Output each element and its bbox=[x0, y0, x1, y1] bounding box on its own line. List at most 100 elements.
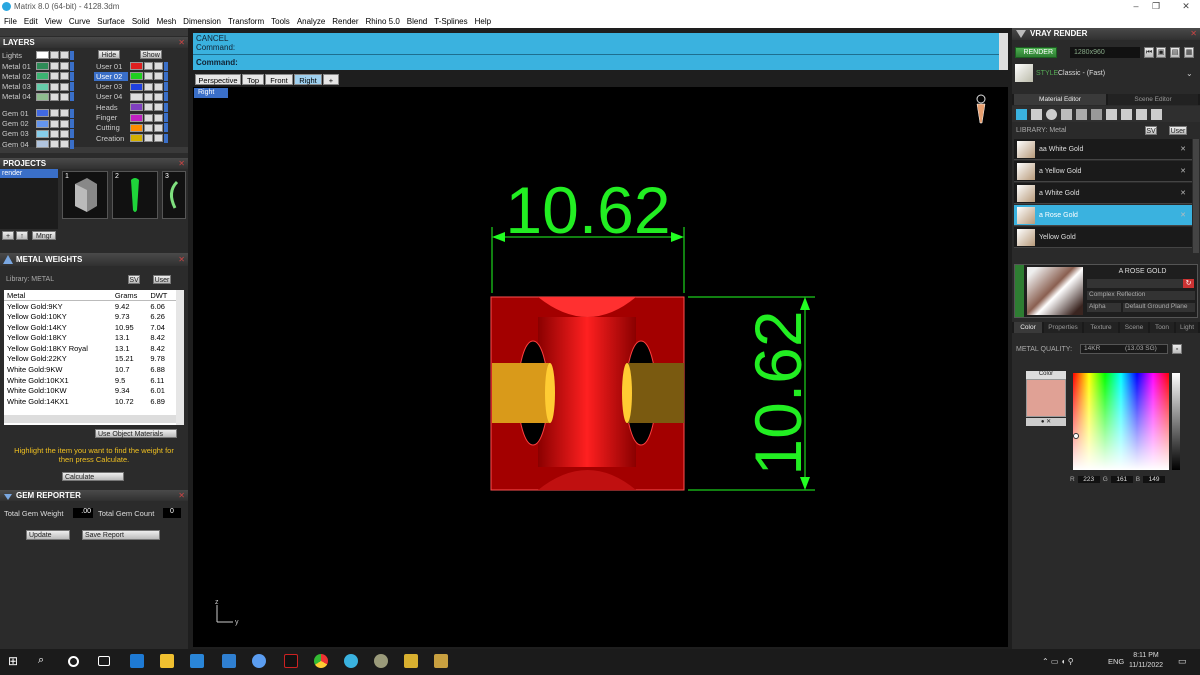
layer-color-swatch[interactable] bbox=[36, 82, 49, 91]
b-value[interactable]: 149 bbox=[1143, 476, 1166, 483]
maximize-button[interactable]: ❐ bbox=[1148, 1, 1164, 12]
calculate-button[interactable]: Calculate bbox=[62, 472, 124, 481]
tab-properties[interactable]: Properties bbox=[1044, 322, 1082, 333]
visibility-icon[interactable] bbox=[154, 82, 163, 91]
up-project-button[interactable]: ↑ bbox=[16, 231, 28, 240]
tab-texture[interactable]: Texture bbox=[1084, 322, 1118, 333]
cortana-icon[interactable] bbox=[68, 656, 79, 667]
reflection-dropdown[interactable]: Complex Reflection bbox=[1087, 291, 1195, 300]
metal-quality-options[interactable]: ▫ bbox=[1172, 344, 1182, 354]
table-scrollbar[interactable] bbox=[176, 290, 184, 425]
layer-row[interactable]: Gem 02 bbox=[0, 119, 74, 129]
menu-file[interactable]: File bbox=[4, 17, 17, 26]
layer-state-icon[interactable] bbox=[70, 139, 74, 149]
material-tool-icon[interactable] bbox=[1046, 108, 1057, 120]
ground-plane-dropdown[interactable]: Default Ground Plane bbox=[1123, 303, 1195, 312]
menu-tools[interactable]: Tools bbox=[271, 17, 290, 26]
layer-state-icon[interactable] bbox=[70, 92, 74, 102]
layer-row[interactable]: Gem 03 bbox=[0, 129, 74, 139]
camera-icon[interactable]: ▣ bbox=[1156, 47, 1166, 58]
material-item[interactable]: a Yellow Gold ✕ bbox=[1014, 161, 1192, 182]
visibility-icon[interactable] bbox=[60, 51, 69, 59]
visibility-icon[interactable] bbox=[60, 109, 69, 118]
menu-dimension[interactable]: Dimension bbox=[183, 17, 221, 26]
viewport[interactable]: Right 10.62 10.62 z y bbox=[193, 87, 1008, 647]
table-row[interactable]: White Gold:9KW 10.7 6.88 bbox=[4, 364, 176, 375]
lock-icon[interactable] bbox=[144, 72, 153, 81]
material-item[interactable]: a Rose Gold ✕ bbox=[1014, 205, 1192, 226]
layer-row[interactable]: User 04 bbox=[94, 92, 168, 102]
layer-row[interactable]: Creation bbox=[94, 133, 168, 143]
file-explorer-icon[interactable] bbox=[160, 654, 174, 668]
lock-icon[interactable] bbox=[50, 72, 59, 81]
tab-scene[interactable]: Scene bbox=[1120, 322, 1148, 333]
lock-icon[interactable] bbox=[50, 51, 59, 59]
clock-time[interactable]: 8:11 PM bbox=[1128, 652, 1164, 659]
color-swatch[interactable] bbox=[1026, 379, 1066, 417]
close-icon[interactable]: ✕ bbox=[178, 253, 185, 266]
tab-scene-editor[interactable]: Scene Editor bbox=[1108, 94, 1198, 105]
metal-quality-dropdown[interactable]: 14KR (13.03 SG) bbox=[1080, 344, 1168, 354]
table-row[interactable]: Yellow Gold:18KY 13.1 8.42 bbox=[4, 332, 176, 343]
layer-state-icon[interactable] bbox=[70, 82, 74, 92]
lock-icon[interactable] bbox=[144, 82, 153, 91]
lock-icon[interactable] bbox=[50, 140, 59, 149]
material-tool-icon[interactable] bbox=[1031, 108, 1042, 120]
show-button[interactable]: Show bbox=[140, 50, 162, 59]
update-button[interactable]: Update bbox=[26, 530, 70, 540]
table-row[interactable]: White Gold:10KX1 9.5 6.11 bbox=[4, 375, 176, 386]
sv-button[interactable]: SV bbox=[1145, 126, 1157, 135]
user-button[interactable]: User bbox=[153, 275, 171, 284]
alpha-dropdown[interactable]: Alpha bbox=[1087, 303, 1121, 312]
material-item[interactable]: aa White Gold ✕ bbox=[1014, 139, 1192, 160]
menu-analyze[interactable]: Analyze bbox=[297, 17, 325, 26]
lock-icon[interactable] bbox=[144, 92, 153, 101]
style-value[interactable]: Classic - (Fast) bbox=[1058, 70, 1105, 77]
layer-state-icon[interactable] bbox=[164, 133, 168, 143]
table-row[interactable]: Yellow Gold:14KY 10.95 7.04 bbox=[4, 322, 176, 333]
menu-curve[interactable]: Curve bbox=[69, 17, 90, 26]
app-icon-yellow[interactable] bbox=[404, 654, 418, 668]
layer-row[interactable]: Heads bbox=[94, 102, 168, 112]
save-report-button[interactable]: Save Report bbox=[82, 530, 160, 540]
menu-solid[interactable]: Solid bbox=[132, 17, 150, 26]
prev-icon[interactable]: ⏮ bbox=[1144, 47, 1154, 58]
table-row[interactable]: Yellow Gold:10KY 9.73 6.26 bbox=[4, 311, 176, 322]
material-item[interactable]: Yellow Gold bbox=[1014, 227, 1192, 248]
use-object-materials-checkbox[interactable]: Use Object Materials bbox=[95, 429, 177, 438]
remove-icon[interactable]: ✕ bbox=[1180, 189, 1186, 197]
material-tool-icon[interactable] bbox=[1106, 108, 1117, 120]
visibility-icon[interactable] bbox=[60, 82, 69, 91]
command-prompt[interactable]: Command: bbox=[196, 58, 238, 67]
windows-start-icon[interactable]: ⊞ bbox=[8, 654, 22, 668]
layer-color-swatch[interactable] bbox=[130, 103, 143, 112]
layer-color-swatch[interactable] bbox=[130, 62, 143, 70]
visibility-icon[interactable] bbox=[60, 62, 69, 70]
material-tool-icon[interactable] bbox=[1136, 108, 1147, 120]
menu-edit[interactable]: Edit bbox=[24, 17, 38, 26]
language-indicator[interactable]: ENG bbox=[1108, 657, 1124, 666]
layer-state-icon[interactable] bbox=[164, 82, 168, 92]
panel-handle[interactable] bbox=[1015, 265, 1024, 317]
layer-state-icon[interactable] bbox=[164, 102, 168, 112]
material-tool-icon[interactable] bbox=[1016, 108, 1027, 120]
close-icon[interactable]: ✕ bbox=[178, 37, 185, 48]
app-icon-gold[interactable] bbox=[434, 654, 448, 668]
swatch-actions[interactable]: ● ✕ bbox=[1026, 418, 1066, 426]
project-item-render[interactable]: render bbox=[0, 169, 58, 178]
layer-color-swatch[interactable] bbox=[36, 72, 49, 81]
layer-color-swatch[interactable] bbox=[36, 119, 49, 128]
menu-blend[interactable]: Blend bbox=[407, 17, 427, 26]
zoom-icon[interactable] bbox=[252, 654, 266, 668]
hide-button[interactable]: Hide bbox=[98, 50, 120, 59]
tab-top[interactable]: Top bbox=[242, 74, 264, 85]
visibility-icon[interactable] bbox=[60, 119, 69, 128]
project-thumb-2[interactable]: 2 bbox=[112, 171, 158, 219]
layer-color-swatch[interactable] bbox=[130, 123, 143, 132]
app-icon-gray[interactable] bbox=[374, 654, 388, 668]
layer-row[interactable]: Cutting bbox=[94, 123, 168, 133]
layer-row[interactable]: Gem 04 bbox=[0, 139, 74, 149]
material-tool-icon[interactable] bbox=[1076, 108, 1087, 120]
menu-mesh[interactable]: Mesh bbox=[157, 17, 177, 26]
layer-color-swatch[interactable] bbox=[130, 134, 143, 143]
